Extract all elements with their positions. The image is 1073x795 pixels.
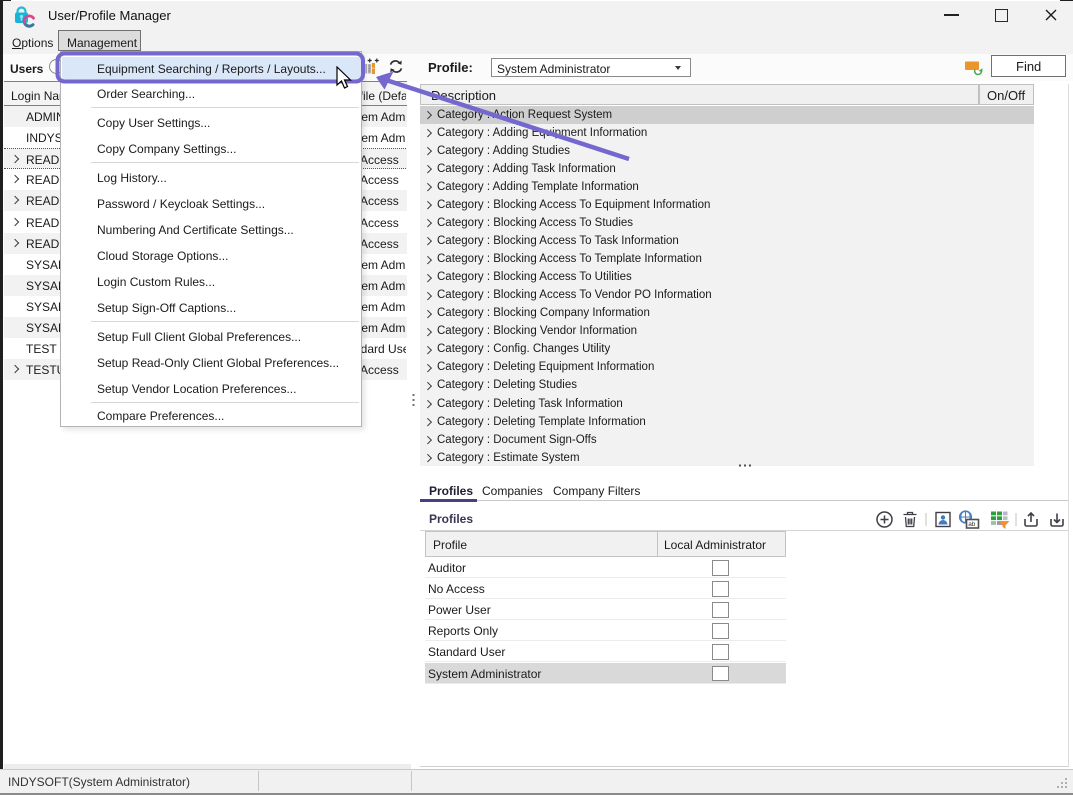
svg-text:ab: ab: [968, 521, 976, 528]
